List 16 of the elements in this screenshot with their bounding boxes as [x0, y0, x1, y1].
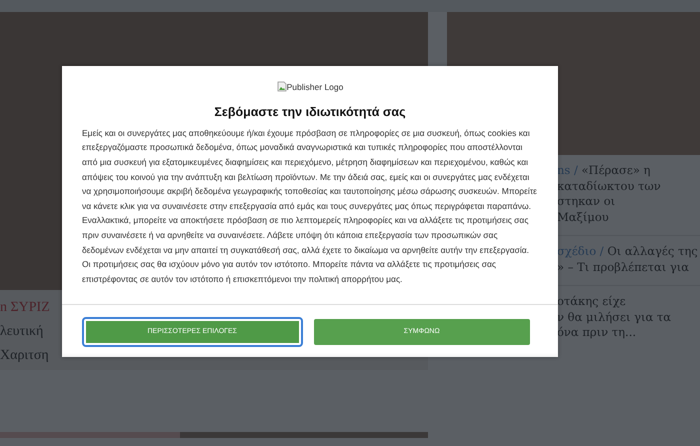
dialog-title: Σεβόμαστε την ιδιωτικότητά σας [213, 104, 407, 121]
headline-category: n ΣΥΡΙΖ [0, 299, 50, 317]
headline-line: όνα πριν τη... [557, 325, 636, 339]
headline-line: στηκαν οι [557, 194, 616, 208]
headline-line: ν θα μιλήσει για τα [557, 310, 672, 324]
headline-line: οτάκης είχε [557, 294, 626, 308]
headline-line: Μαξίμου [557, 210, 609, 224]
headline-line: » – Τι προβλέπεται για [557, 260, 690, 274]
headline-line: Χαριτση [0, 347, 49, 365]
headline-line: «Πέρασε» η [582, 163, 650, 177]
consent-text: Εμείς και οι συνεργάτες μας αποθηκεύουμε ή/και έχουμε πρόσβαση σε πληροφορίες σε μια συσκευή, όπως cookies και επεξεργαζόμαστε προσωπικά δεδομένα, όπως μοναδικά αναγνωριστικά και τυπικές πληροφορίες που αποστέλλονται από μια συσκευή για εξατομικευμένες διαφημίσεις και περιεχόμενο, μέτρηση διαφημίσεων και περιεχομένου, καθώς και απόψεις του κοινού για την ανάπτυξη και βελτίωση προϊόντων. Με την άδειά σας, εμείς και οι συνεργάτες μας ενδέχεται να χρησιμοποιήσουμε ακριβή δεδομένα γεωγραφικής τοποθεσίας και ταυτοποίησης μέσω σάρωσης συσκευών. Μπορείτε να κάνετε κλικ για να συναινέσετε στην επεξεργασία από εμάς και τους συνεργάτες μας όπως περιγράφεται παραπάνω. Εναλλακτικά, μπορείτε να αποκτήσετε πρόσβαση σε πιο λεπτομερείς πληροφορίες και να αλλάξετε τις προτιμήσεις σας πριν συναινέσετε ή να αρνηθείτε να συναινέσετε. Λάβετε υπόψη ότι κάποια επεξεργασία των προσωπικών σας δεδομένων ενδέχεται να μην απαιτεί τη συγκατάθεσή σας, αλλά έχετε το δικαίωμα να αρνηθείτε αυτήν την επεξεργασία. Οι προτιμήσεις σας θα ισχύουν μόνο για αυτόν τον ιστότοπο. Μπορείτε πάντα να αλλάξετε τις προτιμήσεις σας επιστρέφοντας σε αυτόν τον ιστότοπο ή επισκεπτόμενοι την πολιτική απορρήτου μας. [82, 126, 538, 286]
broken-image-icon [276, 81, 287, 92]
headline-line: καταδίωκτου των [557, 178, 661, 192]
headline-line: λευτική [0, 323, 44, 341]
publisher-logo: Publisher Logo [276, 80, 344, 92]
headline-line: Οι αλλαγές της [607, 244, 698, 258]
